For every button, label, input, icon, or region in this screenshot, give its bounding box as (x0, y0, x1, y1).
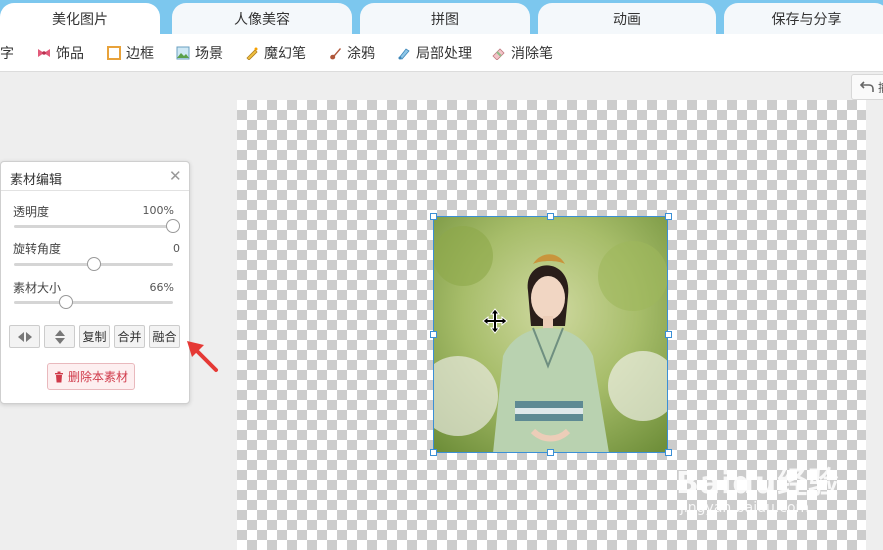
tool-doodle[interactable]: 涂鸦 (328, 43, 375, 63)
tool-label: 局部处理 (416, 46, 472, 62)
watermark-brand: Baidu经验 (676, 466, 840, 501)
tab-portrait[interactable]: 人像美容 (172, 3, 352, 34)
flip-vertical-icon (54, 329, 65, 344)
close-icon[interactable]: ✕ (169, 167, 182, 185)
tab-label: 保存与分享 (771, 11, 842, 28)
delete-label: 删除本素材 (67, 370, 128, 384)
tool-scene[interactable]: 场景 (176, 43, 223, 63)
size-label: 素材大小 (13, 281, 62, 295)
resize-handle-w[interactable] (430, 331, 437, 338)
tab-collage[interactable]: 拼图 (360, 3, 530, 34)
scene-icon (176, 46, 190, 60)
undo-button[interactable]: 撤 (851, 74, 883, 100)
selection-box[interactable] (433, 216, 668, 453)
tool-label: 魔幻笔 (264, 46, 306, 62)
opacity-slider-knob[interactable] (166, 219, 180, 233)
tab-label: 拼图 (431, 11, 459, 28)
tab-animation[interactable]: 动画 (538, 3, 716, 34)
brush-icon (330, 48, 341, 60)
tool-eraser-pen[interactable]: 消除笔 (492, 43, 553, 63)
resize-handle-n[interactable] (547, 213, 554, 220)
tool-accessory[interactable]: 饰品 (37, 43, 84, 63)
magic-pen-icon (246, 47, 258, 60)
tab-label: 美化图片 (52, 11, 108, 28)
undo-icon (860, 81, 874, 92)
resize-handle-se[interactable] (665, 449, 672, 456)
trash-icon (54, 371, 63, 382)
tool-magic-pen[interactable]: 魔幻笔 (245, 43, 306, 63)
move-cursor-icon (482, 308, 508, 334)
merge-button[interactable]: 合并 (114, 325, 145, 348)
resize-handle-nw[interactable] (430, 213, 437, 220)
bow-icon (38, 49, 50, 57)
rotation-slider-knob[interactable] (86, 257, 101, 271)
tool-bar: 字 饰品 边框 场景 魔幻笔 涂鸦 局部处理 消除笔 (0, 34, 883, 72)
delete-material-button[interactable]: 删除本素材 (47, 363, 135, 390)
red-arrow-annotation (187, 341, 218, 372)
tool-label: 场景 (195, 46, 223, 62)
resize-handle-s[interactable] (547, 449, 554, 456)
tool-text[interactable]: 字 (0, 43, 14, 63)
tab-save-share[interactable]: 保存与分享 (724, 3, 883, 34)
tool-label: 消除笔 (511, 46, 553, 62)
tool-label: 涂鸦 (347, 46, 375, 62)
flip-horizontal-button[interactable] (9, 325, 40, 348)
tool-label: 边框 (126, 46, 154, 62)
resize-handle-e[interactable] (665, 331, 672, 338)
tool-frame[interactable]: 边框 (107, 43, 154, 63)
baidu-watermark: Baidu经验 jingyan.baidu.com (676, 458, 839, 516)
undo-label-fragment: 撤 (878, 79, 883, 93)
opacity-label: 透明度 (13, 205, 50, 219)
rotation-label: 旋转角度 (13, 242, 62, 256)
panel-title: 素材编辑 (10, 173, 63, 188)
resize-handle-ne[interactable] (665, 213, 672, 220)
tab-label: 动画 (613, 11, 641, 28)
eraser-pen-icon (492, 48, 505, 60)
copy-button[interactable]: 复制 (79, 325, 110, 348)
size-slider-track[interactable] (14, 301, 173, 304)
flip-horizontal-icon (17, 331, 32, 342)
local-edit-icon (398, 48, 410, 60)
frame-icon (107, 46, 121, 60)
panel-header: 素材编辑 ✕ (1, 162, 189, 191)
rotation-value: 0 (173, 242, 180, 255)
opacity-value: 100% (142, 204, 174, 217)
tool-label: 字 (0, 46, 14, 62)
tab-bar: 美化图片 人像美容 拼图 动画 保存与分享 (0, 0, 883, 34)
tab-label: 人像美容 (234, 11, 290, 28)
flip-vertical-button[interactable] (44, 325, 75, 348)
tool-label: 饰品 (56, 46, 84, 62)
blend-button[interactable]: 融合 (149, 325, 180, 348)
resize-handle-sw[interactable] (430, 449, 437, 456)
tab-beautify[interactable]: 美化图片 (0, 3, 160, 34)
tool-local-edit[interactable]: 局部处理 (397, 43, 472, 63)
opacity-slider-track[interactable] (14, 225, 173, 228)
size-value: 66% (149, 281, 174, 294)
watermark-url: jingyan.baidu.com (680, 500, 810, 516)
